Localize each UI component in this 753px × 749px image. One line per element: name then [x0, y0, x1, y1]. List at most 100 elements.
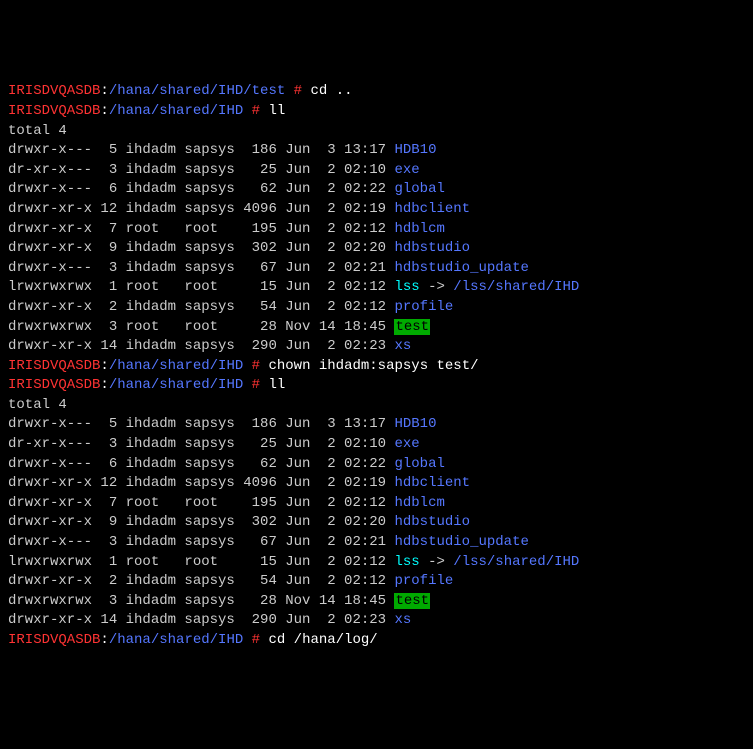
- file-attrs: drwxrwxrwx 3 ihdadm sapsys 28 Nov 14 18:…: [8, 593, 394, 609]
- file-attrs: lrwxrwxrwx 1 root root 15 Jun 2 02:12: [8, 279, 394, 295]
- listing-row: drwxr-xr-x 9 ihdadm sapsys 302 Jun 2 02:…: [8, 239, 745, 259]
- file-attrs: drwxr-xr-x 2 ihdadm sapsys 54 Jun 2 02:1…: [8, 299, 394, 315]
- file-attrs: drwxr-xr-x 7 root root 195 Jun 2 02:12: [8, 495, 394, 511]
- file-attrs: drwxr-xr-x 12 ihdadm sapsys 4096 Jun 2 0…: [8, 201, 394, 217]
- file-attrs: drwxr-xr-x 9 ihdadm sapsys 302 Jun 2 02:…: [8, 240, 394, 256]
- prompt-line: IRISDVQASDB:/hana/shared/IHD # ll: [8, 102, 745, 122]
- terminal[interactable]: IRISDVQASDB:/hana/shared/IHD/test # cd .…: [8, 82, 745, 650]
- listing-row: dr-xr-x--- 3 ihdadm sapsys 25 Jun 2 02:1…: [8, 161, 745, 181]
- dir-name: xs: [394, 612, 411, 628]
- listing-row: drwxr-xr-x 7 root root 195 Jun 2 02:12 h…: [8, 220, 745, 240]
- prompt-host: IRISDVQASDB: [8, 377, 100, 393]
- file-attrs: drwxr-xr-x 9 ihdadm sapsys 302 Jun 2 02:…: [8, 514, 394, 530]
- prompt-sep: :: [100, 377, 108, 393]
- file-attrs: drwxr-x--- 3 ihdadm sapsys 67 Jun 2 02:2…: [8, 534, 394, 550]
- command-text: cd ..: [310, 83, 352, 99]
- dir-name: hdblcm: [394, 495, 444, 511]
- symlink-arrow: ->: [420, 279, 454, 295]
- listing-row: drwxr-xr-x 9 ihdadm sapsys 302 Jun 2 02:…: [8, 513, 745, 533]
- prompt-line: IRISDVQASDB:/hana/shared/IHD # ll: [8, 376, 745, 396]
- listing-row: drwxr-xr-x 12 ihdadm sapsys 4096 Jun 2 0…: [8, 200, 745, 220]
- listing-row: drwxr-x--- 6 ihdadm sapsys 62 Jun 2 02:2…: [8, 455, 745, 475]
- symlink-name: lss: [394, 279, 419, 295]
- prompt-hash: #: [285, 83, 310, 99]
- prompt-host: IRISDVQASDB: [8, 632, 100, 648]
- dir-name: hdbclient: [394, 201, 470, 217]
- listing-row: drwxr-xr-x 12 ihdadm sapsys 4096 Jun 2 0…: [8, 474, 745, 494]
- prompt-sep: :: [100, 358, 108, 374]
- file-attrs: drwxr-xr-x 14 ihdadm sapsys 290 Jun 2 02…: [8, 612, 394, 628]
- dir-name: xs: [394, 338, 411, 354]
- prompt-path: /hana/shared/IHD/test: [109, 83, 285, 99]
- file-attrs: drwxr-x--- 5 ihdadm sapsys 186 Jun 3 13:…: [8, 416, 394, 432]
- dir-name: hdblcm: [394, 221, 444, 237]
- dir-name: global: [394, 456, 444, 472]
- file-attrs: dr-xr-x--- 3 ihdadm sapsys 25 Jun 2 02:1…: [8, 162, 394, 178]
- dir-name: exe: [394, 162, 419, 178]
- highlighted-dir-name: test: [394, 319, 430, 335]
- prompt-host: IRISDVQASDB: [8, 83, 100, 99]
- prompt-host: IRISDVQASDB: [8, 358, 100, 374]
- listing-row: drwxrwxrwx 3 root root 28 Nov 14 18:45 t…: [8, 318, 745, 338]
- listing-row: drwxr-x--- 5 ihdadm sapsys 186 Jun 3 13:…: [8, 141, 745, 161]
- prompt-hash: #: [243, 377, 268, 393]
- file-attrs: drwxr-xr-x 14 ihdadm sapsys 290 Jun 2 02…: [8, 338, 394, 354]
- file-attrs: lrwxrwxrwx 1 root root 15 Jun 2 02:12: [8, 554, 394, 570]
- highlighted-dir-name: test: [394, 593, 430, 609]
- dir-name: global: [394, 181, 444, 197]
- symlink-name: lss: [394, 554, 419, 570]
- command-text: chown ihdadm:sapsys test/: [268, 358, 478, 374]
- prompt-path: /hana/shared/IHD: [109, 358, 243, 374]
- listing-row: lrwxrwxrwx 1 root root 15 Jun 2 02:12 ls…: [8, 553, 745, 573]
- listing-row: drwxr-xr-x 14 ihdadm sapsys 290 Jun 2 02…: [8, 337, 745, 357]
- listing-row: drwxr-xr-x 14 ihdadm sapsys 290 Jun 2 02…: [8, 611, 745, 631]
- file-attrs: drwxrwxrwx 3 root root 28 Nov 14 18:45: [8, 319, 394, 335]
- prompt-sep: :: [100, 632, 108, 648]
- file-attrs: drwxr-xr-x 7 root root 195 Jun 2 02:12: [8, 221, 394, 237]
- prompt-line: IRISDVQASDB:/hana/shared/IHD # chown ihd…: [8, 357, 745, 377]
- symlink-arrow: ->: [420, 554, 454, 570]
- prompt-hash: #: [243, 103, 268, 119]
- command-text: ll: [268, 103, 285, 119]
- prompt-host: IRISDVQASDB: [8, 103, 100, 119]
- listing-row: drwxr-x--- 5 ihdadm sapsys 186 Jun 3 13:…: [8, 415, 745, 435]
- dir-name: hdbstudio: [394, 240, 470, 256]
- dir-name: HDB10: [394, 142, 436, 158]
- dir-name: profile: [394, 299, 453, 315]
- prompt-line: IRISDVQASDB:/hana/shared/IHD/test # cd .…: [8, 82, 745, 102]
- dir-name: hdbstudio_update: [394, 260, 528, 276]
- command-text: ll: [268, 377, 285, 393]
- prompt-hash: #: [243, 358, 268, 374]
- file-attrs: drwxr-x--- 6 ihdadm sapsys 62 Jun 2 02:2…: [8, 456, 394, 472]
- dir-name: hdbstudio_update: [394, 534, 528, 550]
- listing-row: drwxrwxrwx 3 ihdadm sapsys 28 Nov 14 18:…: [8, 592, 745, 612]
- listing-row: lrwxrwxrwx 1 root root 15 Jun 2 02:12 ls…: [8, 278, 745, 298]
- listing-row: drwxr-x--- 3 ihdadm sapsys 67 Jun 2 02:2…: [8, 259, 745, 279]
- total-line: total 4: [8, 122, 745, 142]
- dir-name: hdbclient: [394, 475, 470, 491]
- prompt-path: /hana/shared/IHD: [109, 632, 243, 648]
- prompt-path: /hana/shared/IHD: [109, 377, 243, 393]
- listing-row: drwxr-x--- 6 ihdadm sapsys 62 Jun 2 02:2…: [8, 180, 745, 200]
- listing-row: drwxr-xr-x 2 ihdadm sapsys 54 Jun 2 02:1…: [8, 298, 745, 318]
- file-attrs: drwxr-xr-x 12 ihdadm sapsys 4096 Jun 2 0…: [8, 475, 394, 491]
- dir-name: HDB10: [394, 416, 436, 432]
- file-attrs: drwxr-x--- 6 ihdadm sapsys 62 Jun 2 02:2…: [8, 181, 394, 197]
- file-attrs: dr-xr-x--- 3 ihdadm sapsys 25 Jun 2 02:1…: [8, 436, 394, 452]
- listing-row: dr-xr-x--- 3 ihdadm sapsys 25 Jun 2 02:1…: [8, 435, 745, 455]
- prompt-sep: :: [100, 83, 108, 99]
- listing-row: drwxr-xr-x 2 ihdadm sapsys 54 Jun 2 02:1…: [8, 572, 745, 592]
- file-attrs: drwxr-x--- 5 ihdadm sapsys 186 Jun 3 13:…: [8, 142, 394, 158]
- symlink-target: /lss/shared/IHD: [453, 554, 579, 570]
- dir-name: hdbstudio: [394, 514, 470, 530]
- dir-name: exe: [394, 436, 419, 452]
- listing-row: drwxr-x--- 3 ihdadm sapsys 67 Jun 2 02:2…: [8, 533, 745, 553]
- prompt-hash: #: [243, 632, 268, 648]
- prompt-sep: :: [100, 103, 108, 119]
- symlink-target: /lss/shared/IHD: [453, 279, 579, 295]
- file-attrs: drwxr-x--- 3 ihdadm sapsys 67 Jun 2 02:2…: [8, 260, 394, 276]
- command-text: cd /hana/log/: [268, 632, 377, 648]
- prompt-line: IRISDVQASDB:/hana/shared/IHD # cd /hana/…: [8, 631, 745, 651]
- listing-row: drwxr-xr-x 7 root root 195 Jun 2 02:12 h…: [8, 494, 745, 514]
- prompt-path: /hana/shared/IHD: [109, 103, 243, 119]
